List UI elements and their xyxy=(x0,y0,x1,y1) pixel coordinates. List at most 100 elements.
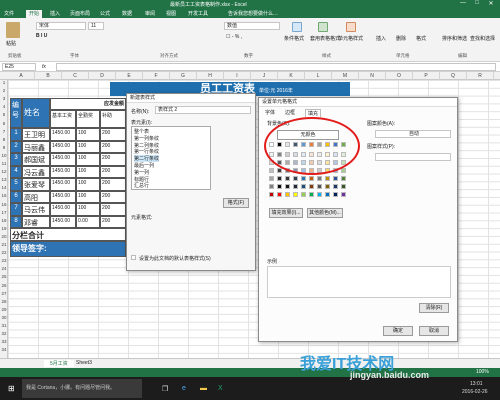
employee-full[interactable]: 0.00 xyxy=(76,215,100,228)
employee-name[interactable]: 张爱琴 xyxy=(22,178,50,191)
employee-bonus[interactable]: 200 xyxy=(100,178,126,191)
table-format-icon[interactable] xyxy=(318,22,328,32)
edge-icon[interactable]: e xyxy=(182,385,186,392)
employee-base[interactable]: 1450.00 xyxy=(50,203,76,216)
row-header[interactable]: 23 xyxy=(0,258,8,263)
default-style-checkbox[interactable] xyxy=(131,255,136,260)
row-header[interactable]: 26 xyxy=(0,283,8,288)
color-swatch[interactable] xyxy=(269,184,274,189)
maximize-button[interactable]: □ xyxy=(472,0,482,6)
color-swatch[interactable] xyxy=(269,192,274,197)
color-swatch[interactable] xyxy=(309,176,314,181)
bold-button[interactable]: B I U xyxy=(36,33,47,39)
formula-input[interactable] xyxy=(56,63,496,71)
employee-name[interactable]: 马云伟 xyxy=(22,203,50,216)
row-header[interactable]: 31 xyxy=(0,323,8,328)
column-header[interactable]: H xyxy=(197,72,224,80)
column-header[interactable]: G xyxy=(170,72,197,80)
color-swatch[interactable] xyxy=(333,184,338,189)
conditional-format-icon[interactable] xyxy=(292,22,302,32)
row-header[interactable]: 22 xyxy=(0,250,8,255)
column-header[interactable]: D xyxy=(89,72,116,80)
employee-base[interactable]: 1450.00 xyxy=(50,128,76,141)
color-swatch[interactable] xyxy=(325,192,330,197)
currency-icon[interactable]: ☐ - % , xyxy=(226,34,242,40)
color-swatch[interactable] xyxy=(301,176,306,181)
row-header[interactable]: 28 xyxy=(0,299,8,304)
ribbon-tab[interactable]: 视图 xyxy=(166,10,176,17)
row-header[interactable]: 10 xyxy=(0,153,8,158)
column-header[interactable]: E xyxy=(116,72,143,80)
sort-filter-button[interactable]: 排序和筛选 xyxy=(442,35,467,42)
tab-border[interactable]: 边框 xyxy=(285,109,295,116)
cell-style-button[interactable]: 单元格样式 xyxy=(338,35,363,42)
column-header[interactable]: F xyxy=(143,72,170,80)
employee-name[interactable]: 冯云鑫 xyxy=(22,165,50,178)
color-swatch[interactable] xyxy=(317,176,322,181)
color-swatch[interactable] xyxy=(309,192,314,197)
color-swatch[interactable] xyxy=(325,184,330,189)
explorer-icon[interactable]: ▬ xyxy=(200,385,207,392)
column-header[interactable]: Q xyxy=(440,72,467,80)
ribbon-tab[interactable]: 插入 xyxy=(50,10,60,17)
color-swatch[interactable] xyxy=(333,176,338,181)
row-header[interactable]: 27 xyxy=(0,291,8,296)
row-header[interactable]: 5 xyxy=(0,112,8,117)
ribbon-tab[interactable]: 文件 xyxy=(4,10,14,17)
clear-button[interactable]: 清除(R) xyxy=(419,303,449,313)
color-swatch[interactable] xyxy=(285,184,290,189)
color-swatch[interactable] xyxy=(285,192,290,197)
paste-button[interactable]: 粘贴 xyxy=(6,40,16,47)
ribbon-tab[interactable]: 页面布局 xyxy=(70,10,90,17)
employee-bonus[interactable]: 200 xyxy=(100,215,126,228)
employee-bonus[interactable]: 200 xyxy=(100,128,126,141)
delete-button[interactable]: 删除 xyxy=(396,35,406,42)
font-name-select[interactable]: 宋体 xyxy=(36,22,86,30)
row-header[interactable]: 19 xyxy=(0,226,8,231)
employee-bonus[interactable]: 200 xyxy=(100,165,126,178)
employee-base[interactable]: 1450.00 xyxy=(50,215,76,228)
color-swatch[interactable] xyxy=(293,184,298,189)
row-header[interactable]: 20 xyxy=(0,234,8,239)
color-swatch[interactable] xyxy=(277,192,282,197)
ribbon-tab[interactable]: 审阅 xyxy=(145,10,155,17)
employee-bonus[interactable]: 200 xyxy=(100,203,126,216)
row-header[interactable]: 21 xyxy=(0,242,8,247)
column-header[interactable]: M xyxy=(332,72,359,80)
row-header[interactable]: 34 xyxy=(0,347,8,352)
row-header[interactable]: 17 xyxy=(0,210,8,215)
color-swatch[interactable] xyxy=(301,184,306,189)
color-swatch[interactable] xyxy=(293,192,298,197)
format-button[interactable]: 格式 xyxy=(416,35,426,42)
employee-base[interactable]: 1450.00 xyxy=(50,153,76,166)
windows-start-icon[interactable]: ⊞ xyxy=(8,384,15,393)
employee-name[interactable]: 邓睿 xyxy=(22,215,50,228)
close-button[interactable]: ✕ xyxy=(486,0,496,7)
employee-base[interactable]: 1450.00 xyxy=(50,165,76,178)
more-colors-button[interactable]: 其他颜色(M)... xyxy=(307,208,343,218)
zoom-level[interactable]: 100% xyxy=(476,369,489,375)
employee-name[interactable]: 高阳 xyxy=(22,190,50,203)
row-header[interactable]: 33 xyxy=(0,339,8,344)
table-format-button[interactable]: 套用表格格式 xyxy=(310,35,340,42)
minimize-button[interactable]: — xyxy=(458,0,468,6)
row-header[interactable]: 2 xyxy=(0,88,8,93)
column-header[interactable]: J xyxy=(251,72,278,80)
taskview-icon[interactable]: ❐ xyxy=(162,385,168,393)
employee-full[interactable]: 100 xyxy=(76,140,100,153)
row-header[interactable]: 7 xyxy=(0,129,8,134)
color-swatch[interactable] xyxy=(341,176,346,181)
color-swatch[interactable] xyxy=(317,184,322,189)
row-header[interactable]: 16 xyxy=(0,202,8,207)
row-header[interactable]: 11 xyxy=(0,161,8,166)
ribbon-tab[interactable]: 公式 xyxy=(100,10,110,17)
row-header[interactable]: 24 xyxy=(0,266,8,271)
employee-bonus[interactable]: 200 xyxy=(100,153,126,166)
employee-full[interactable]: 100 xyxy=(76,153,100,166)
employee-name[interactable]: 郝国斌 xyxy=(22,153,50,166)
sheet-tab-sheet3[interactable]: Sheet3 xyxy=(76,360,92,366)
color-swatch[interactable] xyxy=(269,176,274,181)
row-header[interactable]: 8 xyxy=(0,137,8,142)
column-header[interactable]: L xyxy=(305,72,332,80)
column-header[interactable]: I xyxy=(224,72,251,80)
